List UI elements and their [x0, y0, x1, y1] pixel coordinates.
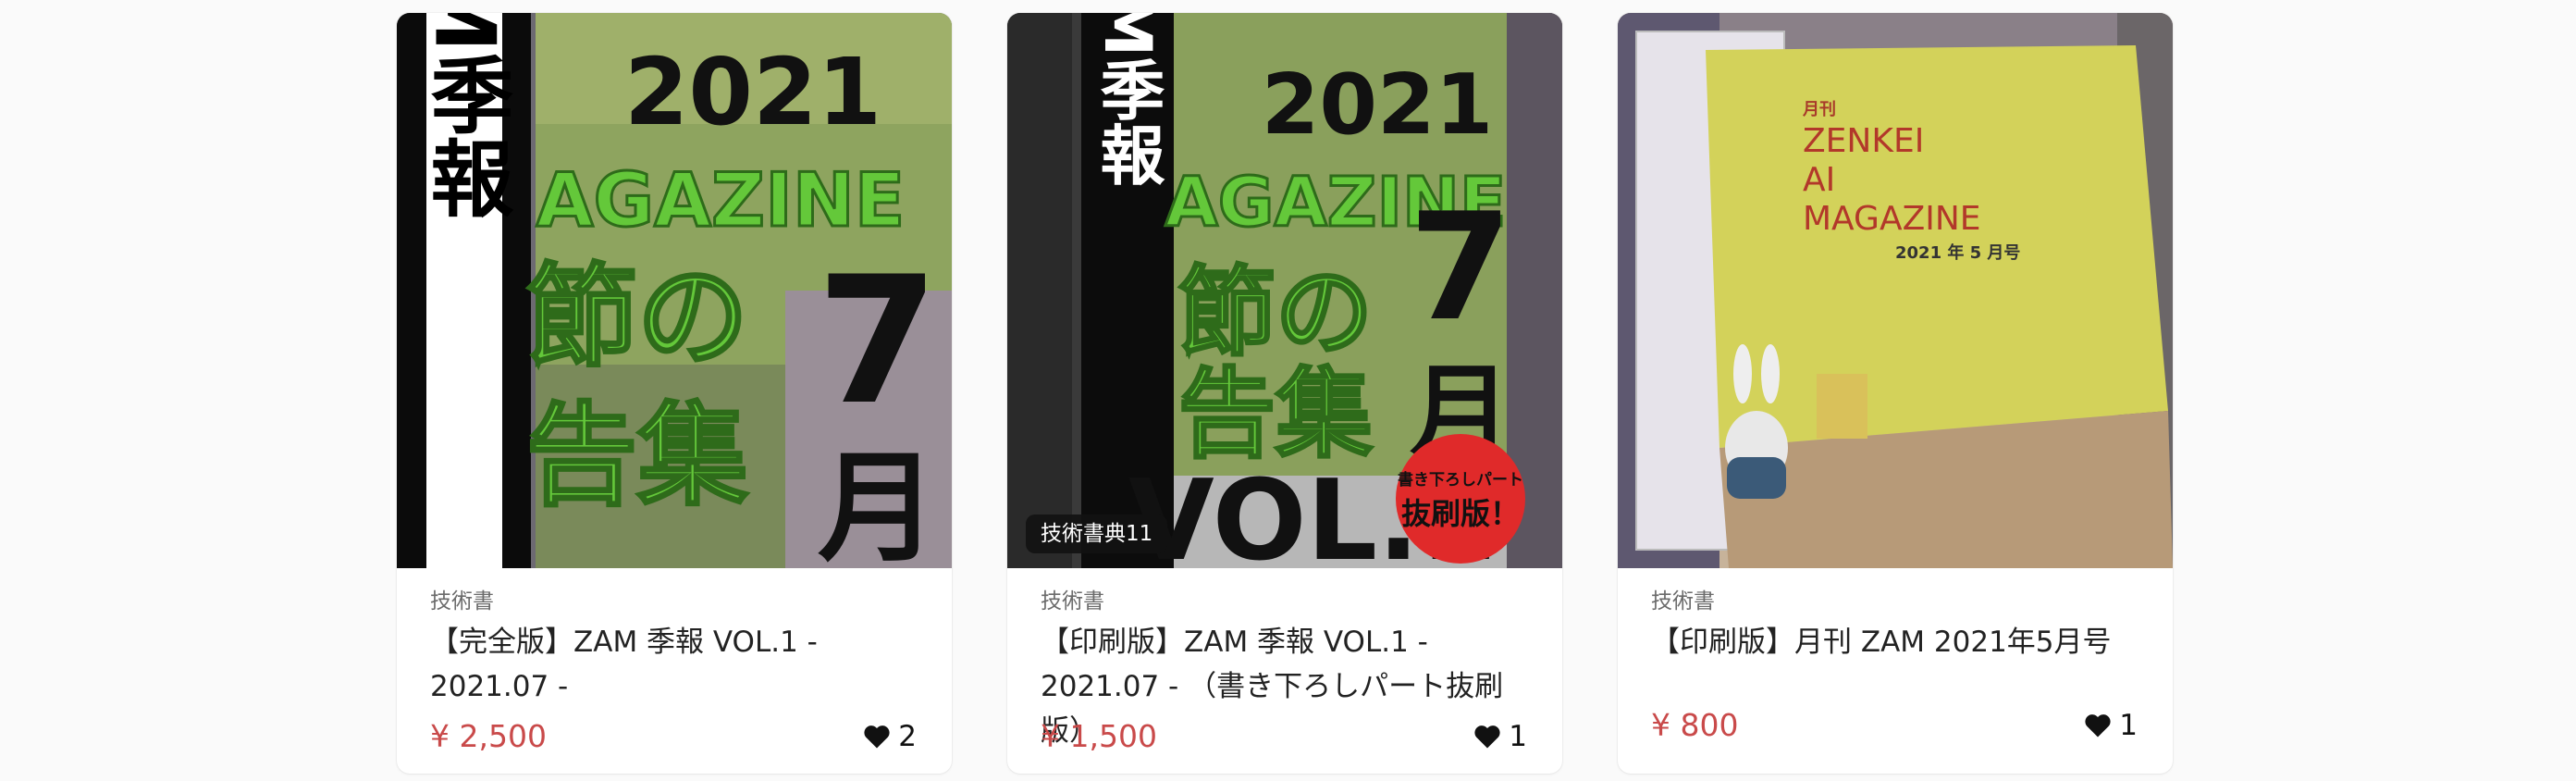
cover-month: 7 — [817, 239, 939, 443]
cover-art: ZAM季報 2021 AGAZINE 節の 告集 7 月 VOL.1 書き下ろし… — [1007, 13, 1562, 568]
cover-line2: 節の — [1178, 256, 1373, 369]
sticker-line2: 抜刷版！ — [1401, 496, 1520, 531]
like-button[interactable]: 1 — [1473, 720, 1527, 753]
product-cover-image[interactable]: 月刊 ZENKEI AI MAGAZINE 2021 年 5 月号 — [1618, 13, 2173, 568]
cover-side-text: ZAM季報 — [416, 13, 514, 218]
like-count: 1 — [2119, 709, 2138, 742]
cover-line1: ZENKEI — [1803, 122, 1924, 160]
product-info: 技術書 【完全版】ZAM 季報 VOL.1 - 2021.07 - ¥ 2,50… — [430, 587, 924, 774]
cover-art: ZAM季報 2021 AGAZINE 節の 告集 7 月 — [397, 13, 952, 568]
product-title[interactable]: 【完全版】ZAM 季報 VOL.1 - 2021.07 - — [430, 620, 924, 709]
cover-year: 2021 — [1262, 56, 1494, 154]
event-badge: 技術書典11 — [1026, 514, 1168, 553]
product-category: 技術書 — [1041, 589, 1104, 614]
product-info: 技術書 【印刷版】月刊 ZAM 2021年5月号 ¥ 800 1 — [1651, 587, 2145, 774]
product-card-1[interactable]: ZAM季報 2021 AGAZINE 節の 告集 7 月 技術書 【完全版】ZA… — [397, 13, 952, 774]
like-count: 2 — [898, 720, 917, 753]
like-button[interactable]: 1 — [2084, 709, 2138, 742]
product-info: 技術書 【印刷版】ZAM 季報 VOL.1 - 2021.07 - （書き下ろし… — [1041, 587, 1535, 774]
cover-line3: MAGAZINE — [1803, 200, 1981, 238]
product-category: 技術書 — [430, 589, 494, 614]
cover-year: 2021 — [624, 38, 881, 146]
product-card-2[interactable]: ZAM季報 2021 AGAZINE 節の 告集 7 月 VOL.1 書き下ろし… — [1007, 13, 1562, 774]
cover-art: 月刊 ZENKEI AI MAGAZINE 2021 年 5 月号 — [1618, 13, 2173, 568]
heart-icon — [1474, 725, 1500, 749]
cover-side-text: ZAM季報 — [1090, 13, 1165, 186]
cover-month-kanji: 月 — [818, 438, 938, 568]
like-button[interactable]: 2 — [863, 720, 917, 753]
sticker-line1: 書き下ろしパート — [1398, 470, 1523, 490]
cover-kicker: 月刊 — [1802, 100, 1836, 119]
cover-line3: 告集 — [526, 392, 748, 521]
product-price: ¥ 2,500 — [430, 718, 547, 754]
product-category: 技術書 — [1651, 589, 1715, 614]
product-cover-image[interactable]: ZAM季報 2021 AGAZINE 節の 告集 7 月 VOL.1 書き下ろし… — [1007, 13, 1562, 568]
product-title[interactable]: 【印刷版】月刊 ZAM 2021年5月号 — [1651, 620, 2145, 664]
cover-line3: 告集 — [1178, 358, 1373, 471]
cover-month: 7 — [1409, 180, 1511, 353]
heart-icon — [2085, 714, 2111, 738]
product-price: ¥ 1,500 — [1041, 718, 1157, 754]
cover-line2: AI — [1803, 161, 1835, 199]
cover-issue: 2021 年 5 月号 — [1895, 242, 2020, 263]
product-cover-image[interactable]: ZAM季報 2021 AGAZINE 節の 告集 7 月 — [397, 13, 952, 568]
product-grid: ZAM季報 2021 AGAZINE 節の 告集 7 月 技術書 【完全版】ZA… — [0, 0, 2576, 781]
cover-line1: AGAZINE — [536, 157, 906, 243]
like-count: 1 — [1509, 720, 1527, 753]
cover-line2: 節の — [526, 254, 748, 382]
heart-icon — [864, 725, 890, 749]
product-card-3[interactable]: 月刊 ZENKEI AI MAGAZINE 2021 年 5 月号 技術書 【印… — [1618, 13, 2173, 774]
product-price: ¥ 800 — [1651, 707, 1739, 743]
